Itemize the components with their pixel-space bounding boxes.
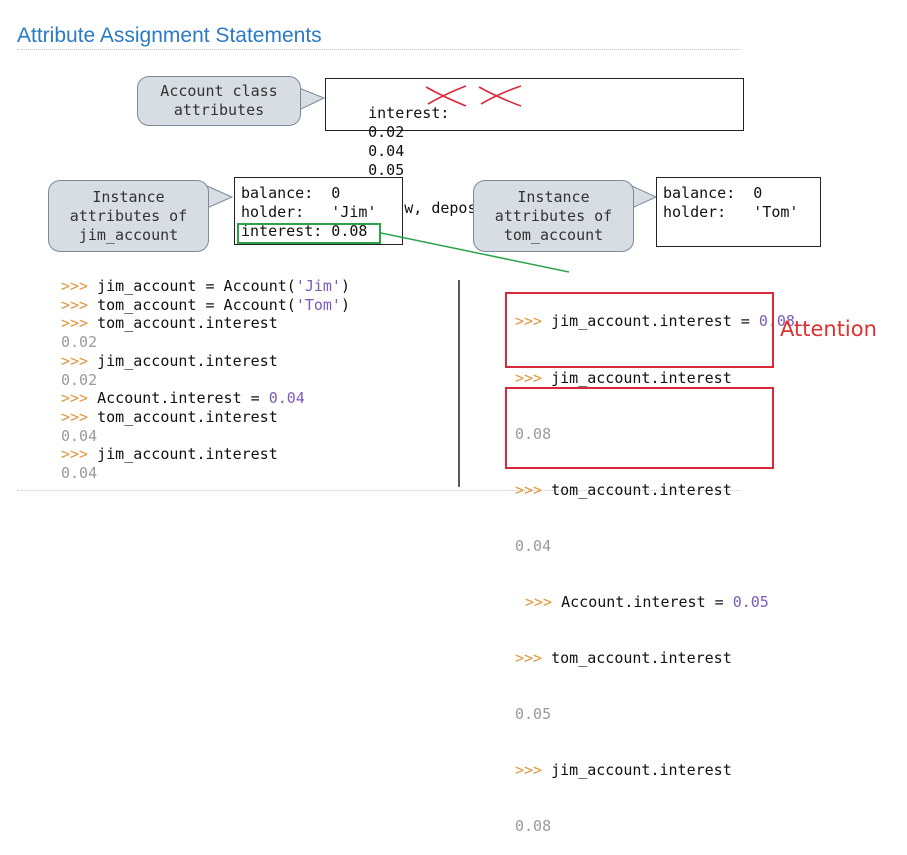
code-line: >>> jim_account.interest	[515, 761, 732, 780]
code-output: 0.04	[515, 536, 552, 555]
green-connector	[380, 232, 570, 273]
code-output: 0.05	[515, 705, 552, 724]
code-output: 0.08	[515, 817, 552, 836]
annotation-overlay	[380, 85, 570, 273]
strike-mark-old2	[478, 85, 522, 107]
code-line: >>> tom_account.interest	[515, 649, 732, 668]
code-line: >>> Account.interest = 0.05	[525, 592, 769, 611]
strike-mark-old1	[425, 85, 467, 107]
